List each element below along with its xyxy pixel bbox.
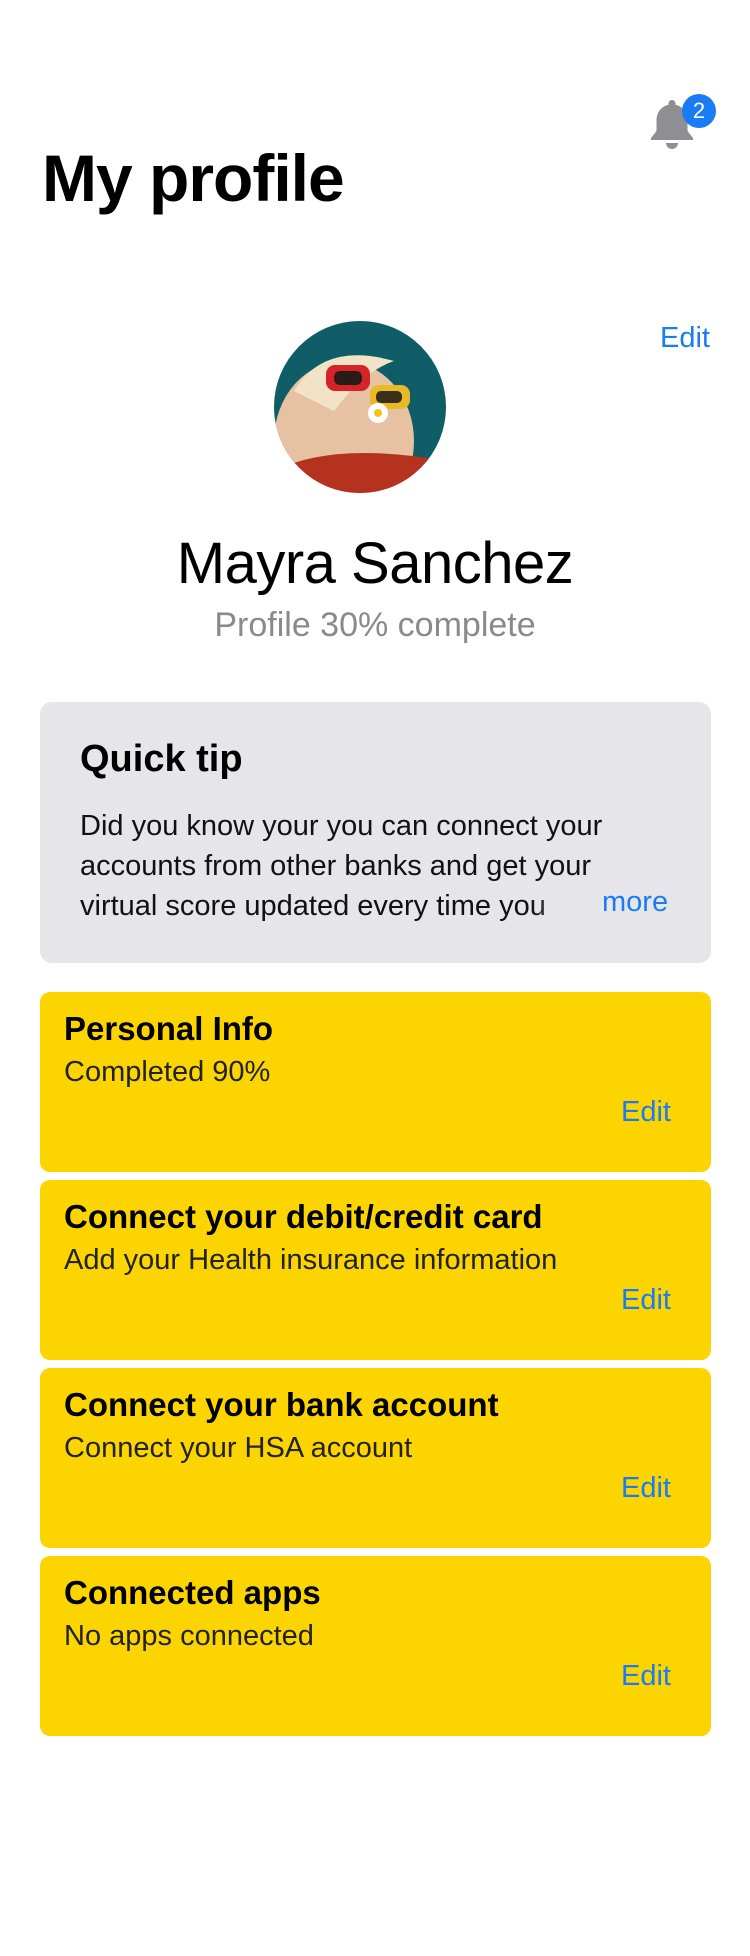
user-name: Mayra Sanchez — [176, 531, 574, 596]
avatar-photo — [274, 321, 446, 493]
notifications-button[interactable]: 2 — [648, 94, 716, 154]
notification-count-badge: 2 — [682, 94, 716, 128]
edit-connected-apps-button[interactable]: Edit — [621, 1660, 671, 1693]
connect-bank-account-card[interactable]: Connect your bank account Connect your H… — [40, 1368, 711, 1548]
section-subtitle: No apps connected — [64, 1620, 314, 1652]
edit-personal-info-button[interactable]: Edit — [621, 1096, 671, 1129]
connected-apps-card[interactable]: Connected apps No apps connected Edit — [40, 1556, 711, 1736]
section-title: Connected apps — [64, 1574, 321, 1611]
edit-bank-account-button[interactable]: Edit — [621, 1472, 671, 1505]
section-title: Connect your bank account — [64, 1386, 499, 1423]
section-title: Personal Info — [64, 1010, 274, 1047]
avatar[interactable] — [274, 321, 446, 493]
section-subtitle: Completed 90% — [64, 1056, 271, 1088]
quick-tip-title: Quick tip — [80, 738, 243, 780]
profile-screen: 2 My profile Edit Mayra Sanchez Profile … — [0, 0, 750, 1956]
personal-info-card[interactable]: Personal Info Completed 90% Edit — [40, 992, 711, 1172]
profile-completion-text: Profile 30% complete — [214, 606, 536, 644]
section-subtitle: Connect your HSA account — [64, 1432, 413, 1464]
quick-tip-more-link[interactable]: more — [602, 886, 668, 919]
edit-profile-button[interactable]: Edit — [660, 322, 710, 355]
edit-card-button[interactable]: Edit — [621, 1284, 671, 1317]
page-title: My profile — [42, 141, 345, 215]
section-subtitle: Add your Health insurance information — [64, 1244, 558, 1276]
section-title: Connect your debit/credit card — [64, 1198, 543, 1235]
connect-card-card[interactable]: Connect your debit/credit card Add your … — [40, 1180, 711, 1360]
quick-tip-card: Quick tip Did you know your you can conn… — [40, 702, 711, 963]
